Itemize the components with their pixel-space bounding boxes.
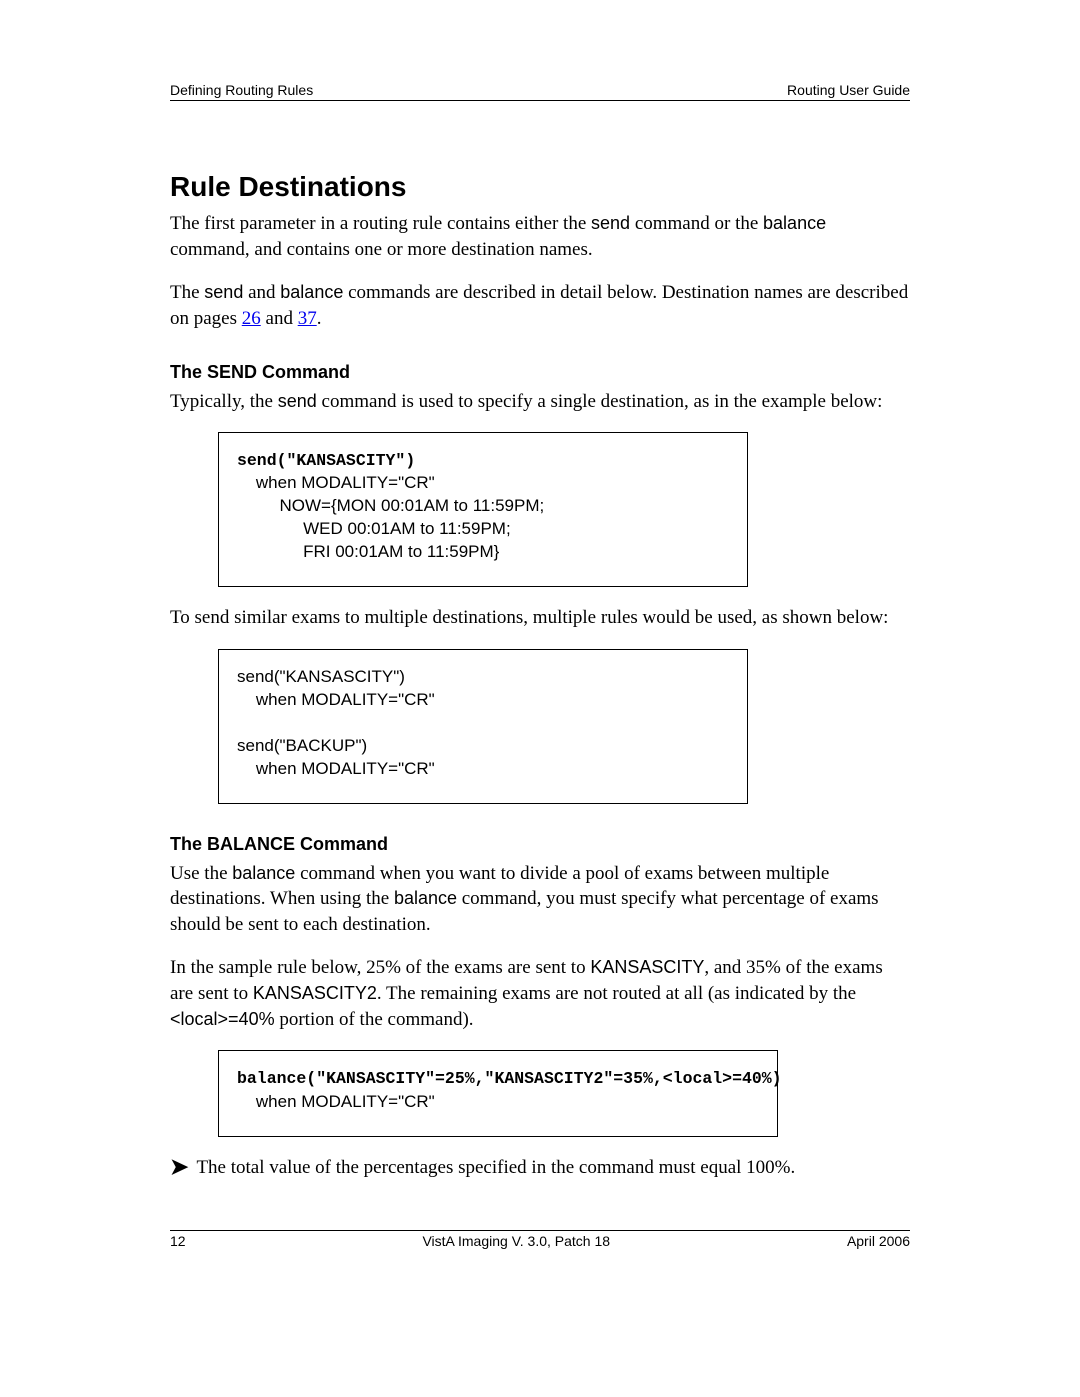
code-example-balance: balance("KANSASCITY"=25%,"KANSASCITY2"=3…: [218, 1050, 778, 1136]
page-link-37[interactable]: 37: [298, 308, 317, 329]
page: Defining Routing Rules Routing User Guid…: [0, 0, 1080, 1397]
note-text: The total value of the percentages speci…: [196, 1155, 795, 1181]
code-example-send-single: send("KANSASCITY") when MODALITY="CR" NO…: [218, 432, 748, 587]
text: The: [170, 282, 204, 303]
code-balance: balance: [394, 888, 457, 908]
text: and: [243, 282, 280, 303]
text: Use the: [170, 863, 232, 884]
intro-paragraph-1: The first parameter in a routing rule co…: [170, 211, 910, 262]
footer-date: April 2006: [847, 1233, 910, 1249]
text: . The remaining exams are not routed at …: [377, 983, 856, 1004]
header-left: Defining Routing Rules: [170, 82, 313, 98]
section-heading: Rule Destinations: [170, 171, 910, 203]
send-paragraph-1: Typically, the send command is used to s…: [170, 389, 910, 415]
page-footer: 12 VistA Imaging V. 3.0, Patch 18 April …: [170, 1233, 910, 1249]
code-balance: balance: [280, 282, 343, 302]
text: portion of the command).: [275, 1009, 474, 1030]
code-body: when MODALITY="CR" NOW={MON 00:01AM to 1…: [237, 473, 544, 561]
code-send: send: [591, 213, 630, 233]
code-kansascity2: KANSASCITY2: [253, 983, 377, 1003]
page-link-26[interactable]: 26: [242, 308, 261, 329]
code-kansascity: KANSASCITY: [590, 957, 704, 977]
code-local: <local>=40%: [170, 1009, 275, 1029]
code-example-send-multi: send("KANSASCITY") when MODALITY="CR" se…: [218, 649, 748, 804]
page-header: Defining Routing Rules Routing User Guid…: [170, 82, 910, 101]
header-right: Routing User Guide: [787, 82, 910, 98]
intro-paragraph-2: The send and balance commands are descri…: [170, 280, 910, 331]
send-command-heading: The SEND Command: [170, 362, 910, 383]
text: Typically, the: [170, 391, 278, 412]
footer-rule: 12 VistA Imaging V. 3.0, Patch 18 April …: [170, 1230, 910, 1249]
footer-page-number: 12: [170, 1233, 186, 1249]
code-send: send: [278, 391, 317, 411]
text: command, and contains one or more destin…: [170, 239, 593, 260]
balance-paragraph-2: In the sample rule below, 25% of the exa…: [170, 955, 910, 1032]
text: The first parameter in a routing rule co…: [170, 213, 591, 234]
footer-center: VistA Imaging V. 3.0, Patch 18: [422, 1233, 610, 1249]
text: and: [261, 308, 298, 329]
code-balance: balance: [763, 213, 826, 233]
balance-command-heading: The BALANCE Command: [170, 834, 910, 855]
code-body: send("KANSASCITY") when MODALITY="CR" se…: [237, 667, 435, 778]
code-balance: balance: [232, 863, 295, 883]
balance-note: ➤ The total value of the percentages spe…: [170, 1155, 910, 1181]
text: In the sample rule below, 25% of the exa…: [170, 957, 590, 978]
send-paragraph-2: To send similar exams to multiple destin…: [170, 605, 910, 631]
code-bold-line: balance("KANSASCITY"=25%,"KANSASCITY2"=3…: [237, 1069, 782, 1088]
balance-paragraph-1: Use the balance command when you want to…: [170, 861, 910, 938]
text: command is used to specify a single dest…: [317, 391, 883, 412]
note-arrow-icon: ➤: [170, 1155, 188, 1179]
code-send: send: [204, 282, 243, 302]
text: command or the: [630, 213, 763, 234]
code-body: when MODALITY="CR": [237, 1092, 435, 1111]
text: .: [317, 308, 322, 329]
code-bold-line: send("KANSASCITY"): [237, 451, 415, 470]
